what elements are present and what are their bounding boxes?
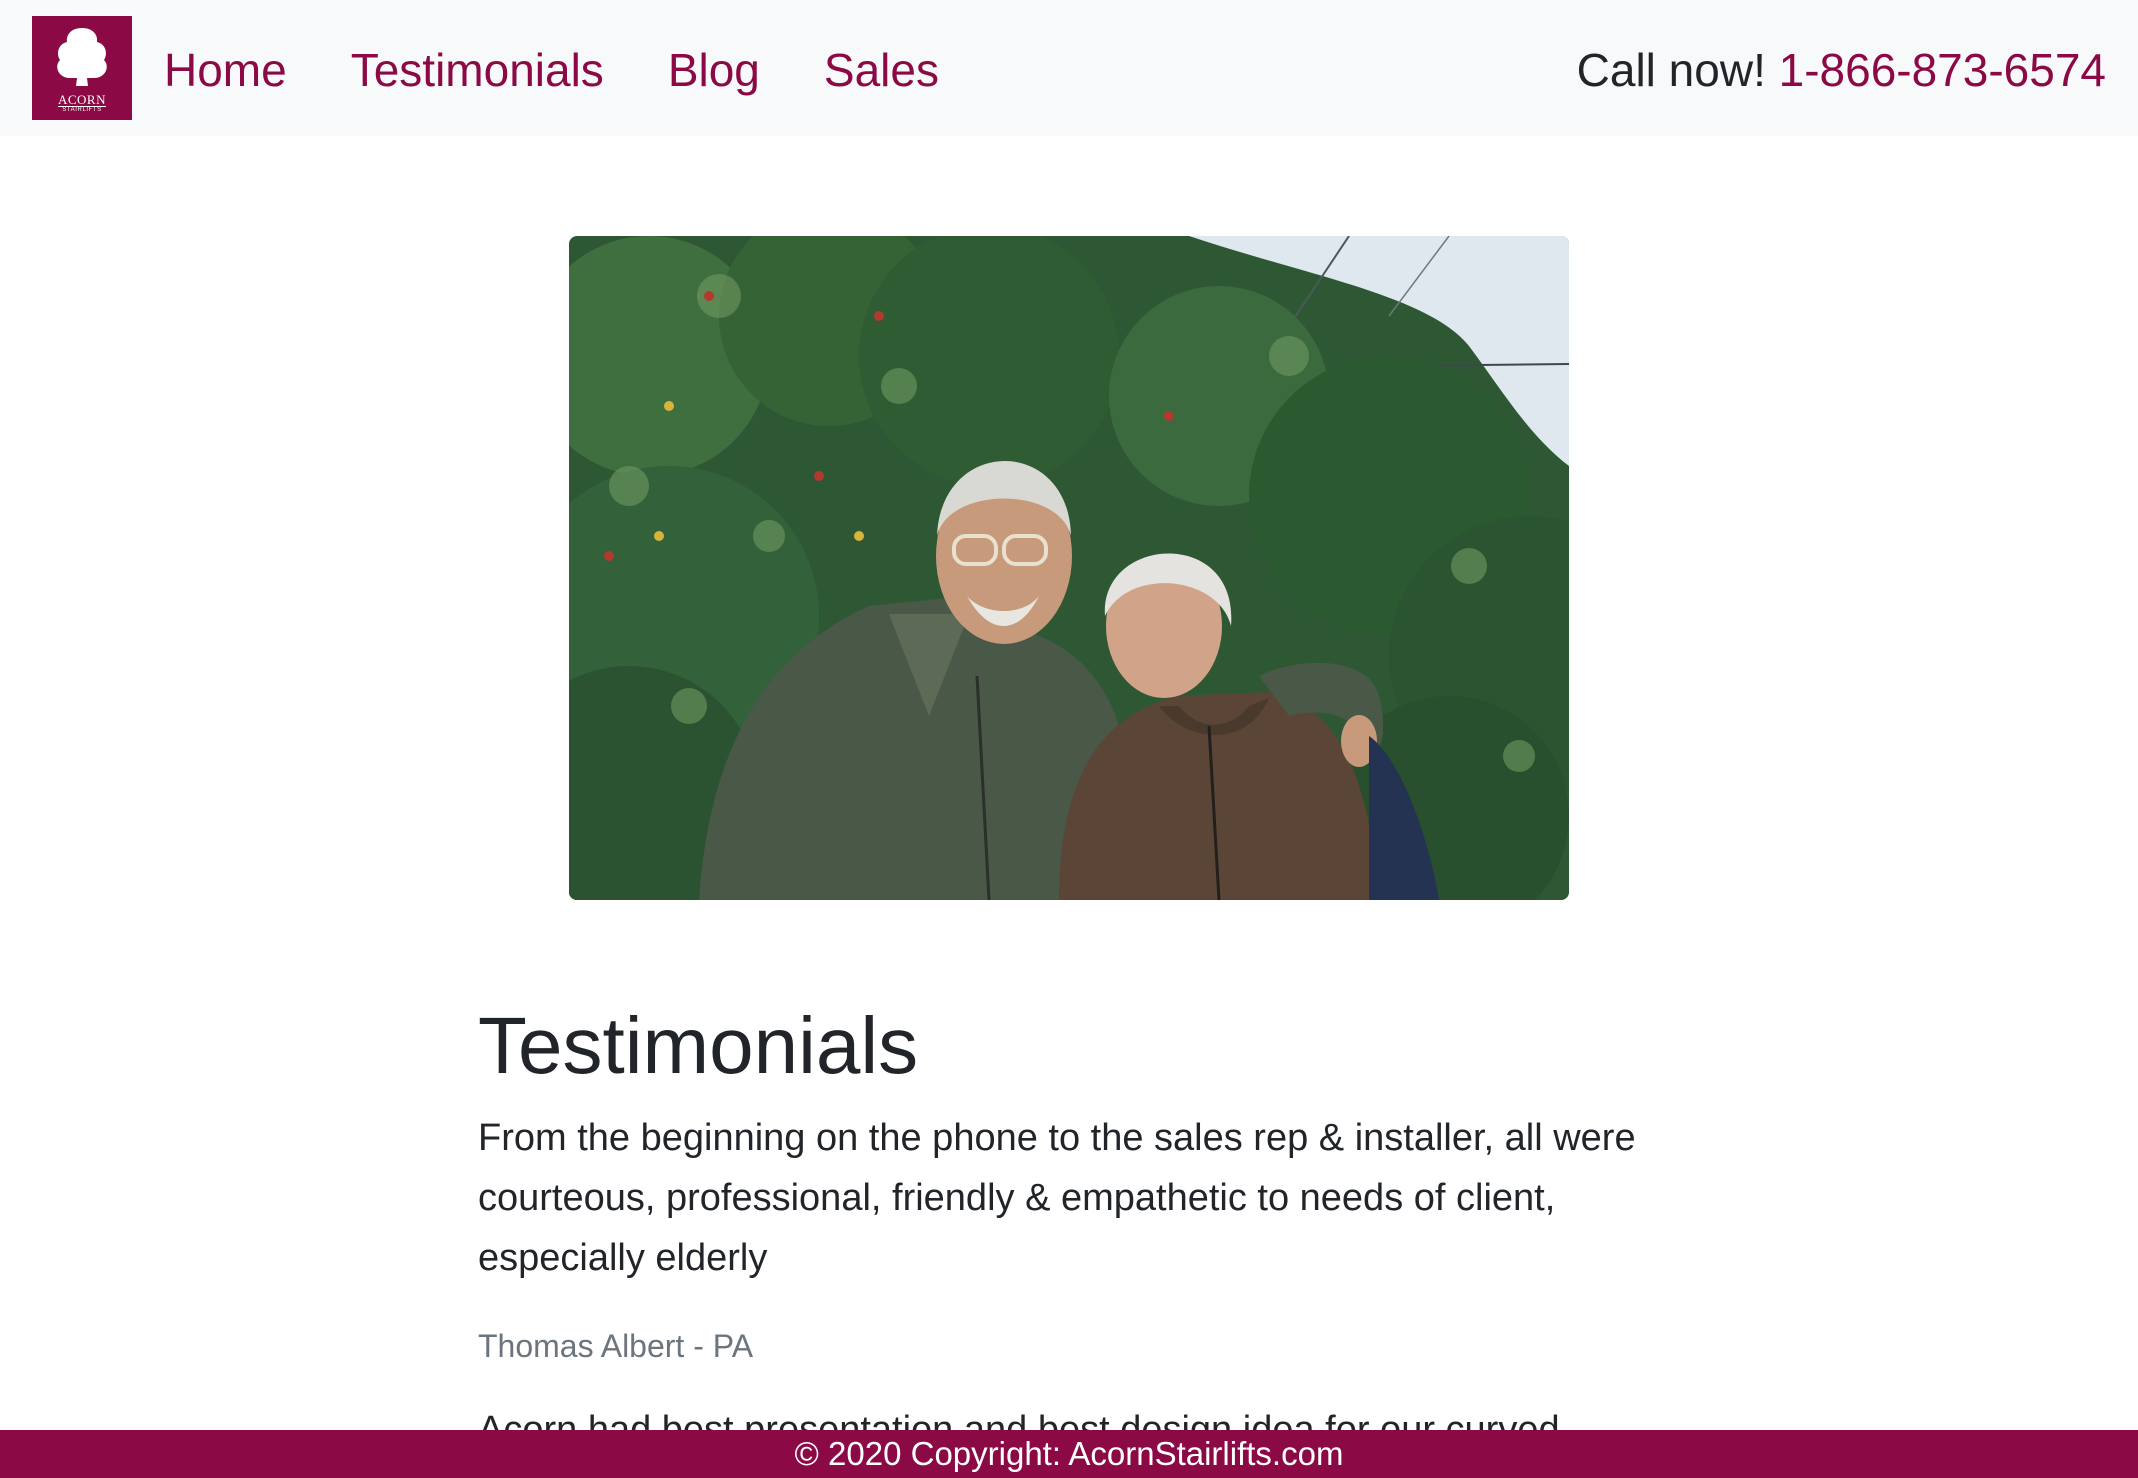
hero-photo	[569, 236, 1569, 900]
brand-name: ACORN	[57, 92, 106, 107]
page-title: Testimonials	[478, 1001, 919, 1090]
hero-image	[569, 236, 1569, 900]
nav-link-home[interactable]: Home	[164, 40, 287, 100]
footer-copyright: © 2020 Copyright: AcornStairlifts.com	[794, 1435, 1344, 1472]
nav-link-sales[interactable]: Sales	[824, 40, 939, 100]
nav-link-blog[interactable]: Blog	[668, 40, 760, 100]
acorn-tree-icon	[57, 28, 107, 86]
page: ACORN STAIRLIFTS Home Testimonials Blog …	[0, 0, 2138, 1478]
nav-links: Home Testimonials Blog Sales	[164, 40, 1003, 100]
phone-link[interactable]: 1-866-873-6574	[1779, 44, 2106, 96]
testimonial-author: Thomas Albert - PA	[478, 1328, 754, 1364]
testimonial-text: From the beginning on the phone to the s…	[478, 1117, 1636, 1279]
call-now: Call now! 1-866-873-6574	[1577, 40, 2106, 100]
footer: © 2020 Copyright: AcornStairlifts.com	[0, 1430, 2138, 1478]
nav-link-testimonials[interactable]: Testimonials	[351, 40, 604, 100]
brand-logo[interactable]: ACORN STAIRLIFTS	[32, 16, 132, 120]
brand-subtitle: STAIRLIFTS	[62, 107, 102, 113]
call-now-label: Call now!	[1576, 44, 1779, 96]
navbar: ACORN STAIRLIFTS Home Testimonials Blog …	[0, 0, 2138, 136]
